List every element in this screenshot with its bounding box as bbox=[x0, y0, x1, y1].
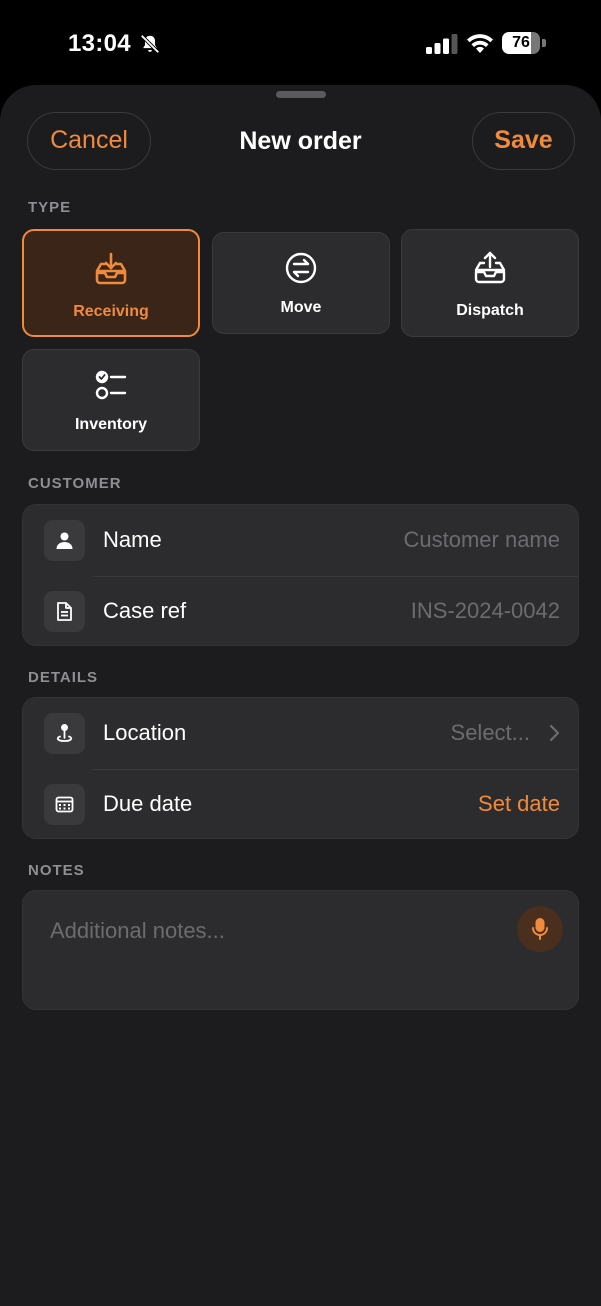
case-ref-input[interactable]: INS-2024-0042 bbox=[411, 598, 560, 624]
due-date-row[interactable]: Due date Set date bbox=[23, 769, 580, 840]
type-option-receiving[interactable]: Receiving bbox=[22, 229, 200, 337]
chevron-right-icon bbox=[549, 724, 560, 742]
tray-download-icon bbox=[95, 252, 127, 285]
tray-upload-icon bbox=[474, 251, 506, 284]
checklist-icon bbox=[95, 370, 127, 400]
status-time: 13:04 bbox=[68, 30, 131, 57]
battery-level: 76 bbox=[502, 32, 540, 54]
bell-slash-icon bbox=[140, 34, 160, 54]
notes-textarea[interactable]: Additional notes... bbox=[22, 890, 579, 1010]
location-label: Location bbox=[103, 720, 187, 745]
save-button[interactable]: Save bbox=[472, 112, 575, 170]
set-date-button[interactable]: Set date bbox=[478, 791, 560, 817]
wifi-icon bbox=[467, 34, 493, 53]
sheet-grabber[interactable] bbox=[276, 91, 326, 98]
case-ref-row[interactable]: Case ref INS-2024-0042 bbox=[23, 576, 580, 647]
microphone-icon bbox=[532, 918, 548, 940]
details-section-label: DETAILS bbox=[28, 669, 99, 686]
customer-name-row[interactable]: Name Customer name bbox=[23, 505, 580, 576]
type-option-dispatch[interactable]: Dispatch bbox=[401, 229, 579, 337]
new-order-sheet: Cancel New order Save TYPE Receiving Mov… bbox=[0, 85, 601, 1306]
customer-name-input[interactable]: Customer name bbox=[403, 527, 560, 553]
type-option-label: Receiving bbox=[73, 303, 149, 320]
document-icon bbox=[44, 591, 85, 632]
type-option-move[interactable]: Move bbox=[212, 232, 390, 334]
status-bar: 13:04 76 bbox=[0, 0, 601, 86]
case-ref-label: Case ref bbox=[103, 598, 187, 623]
map-pin-icon bbox=[44, 713, 85, 754]
person-icon bbox=[44, 520, 85, 561]
type-option-label: Move bbox=[280, 299, 322, 316]
location-select[interactable]: Select... bbox=[451, 720, 530, 746]
signal-icon bbox=[426, 34, 458, 54]
type-option-inventory[interactable]: Inventory bbox=[22, 349, 200, 451]
notes-section-label: NOTES bbox=[28, 862, 85, 879]
type-option-label: Dispatch bbox=[456, 302, 524, 319]
dictation-button[interactable] bbox=[517, 906, 563, 952]
notes-placeholder: Additional notes... bbox=[50, 918, 225, 943]
details-group: Location Select... Due date Set date bbox=[22, 697, 579, 839]
name-label: Name bbox=[103, 527, 162, 552]
customer-group: Name Customer name Case ref INS-2024-004… bbox=[22, 504, 579, 646]
arrows-exchange-icon bbox=[285, 252, 317, 284]
battery-icon: 76 bbox=[502, 32, 546, 54]
type-section-label: TYPE bbox=[28, 199, 72, 216]
due-date-label: Due date bbox=[103, 791, 193, 816]
customer-section-label: CUSTOMER bbox=[28, 475, 122, 492]
type-option-label: Inventory bbox=[74, 416, 147, 433]
location-row[interactable]: Location Select... bbox=[23, 698, 580, 769]
calendar-icon bbox=[44, 784, 85, 825]
